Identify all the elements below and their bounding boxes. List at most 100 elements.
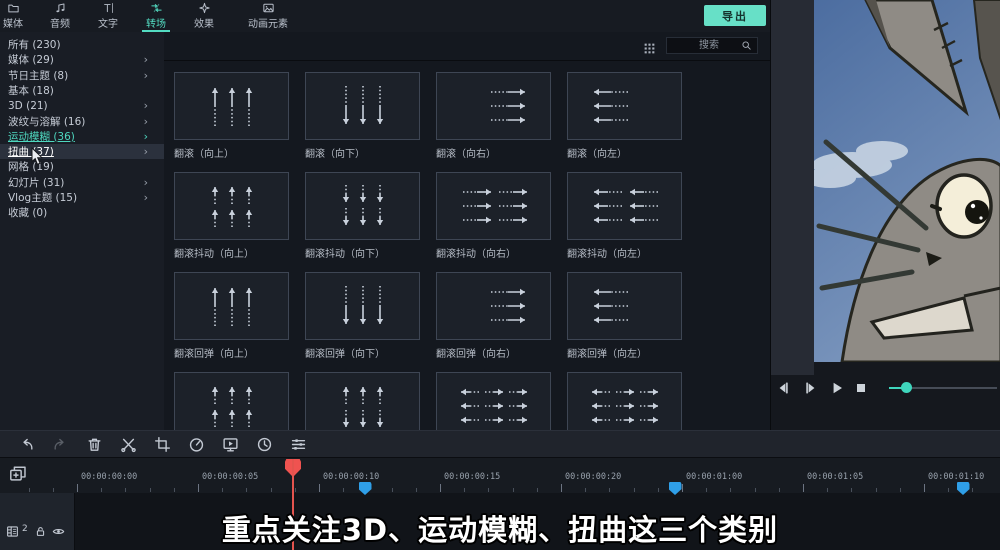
prev-frame-button[interactable] [775,380,791,396]
transition-tile[interactable] [567,172,682,240]
speed-button[interactable] [188,436,205,453]
delete-button[interactable] [86,436,103,453]
transition-tile[interactable] [567,272,682,340]
sidebar-item-vlog[interactable]: Vlog主题 (15) › [0,190,164,205]
screen-button[interactable] [222,436,239,453]
chevron-right-icon: › [143,53,148,67]
ruler-tick-minor [851,488,853,492]
sidebar-item-media[interactable]: 媒体 (29) › [0,52,164,67]
text-icon [103,2,113,14]
timeline-toolbar [0,430,1000,458]
transition-tile[interactable] [436,72,551,140]
tab-media[interactable]: 媒体 [3,2,23,30]
transition-tile[interactable] [174,372,289,430]
left-arrows-icon [593,88,628,124]
transition-tile[interactable] [174,272,289,340]
tab-audio[interactable]: 音频 [50,2,70,30]
up2-arrows-icon [211,187,252,227]
transition-tile[interactable] [305,172,420,240]
top-toolbar: 媒体 音频 文字 转场 效果 动画元素 导出 [0,0,770,33]
ruler-tick-minor [222,488,224,492]
undo-button[interactable] [18,436,35,453]
ruler-tick-minor [52,488,54,492]
sidebar-item-motion-blur[interactable]: 运动模糊 (36) › [0,129,164,144]
video-preview [804,0,1000,364]
transition-tile[interactable] [436,272,551,340]
sidebar-item-grid[interactable]: 网格 (19) [0,159,164,174]
play-button[interactable] [829,380,845,396]
ruler-timestamp: 00:00:00:05 [202,472,259,482]
crop-button[interactable] [154,436,171,453]
timeline-ruler[interactable]: 00:00:00:00 00:00:00:05 00:00:00:10 00:00:0… [0,458,1000,493]
ruler-timestamp: 00:00:00:10 [323,472,380,482]
sidebar-item-festival[interactable]: 节日主题 (8) › [0,68,164,83]
tab-text[interactable]: 文字 [98,2,118,30]
add-track-icon [10,466,26,481]
chevron-right-icon: › [143,191,148,204]
tile-label: 翻滚（向下） [305,149,365,160]
transition-tile[interactable] [436,172,551,240]
transition-tile[interactable] [305,72,420,140]
transitions-panel: 翻滚（向上） 翻滚（向下） 翻滚（向右） 翻滚（向左） 翻滚抖动（向上） 翻滚抖动（向下）… [164,32,770,430]
ruler-tick-minor [391,488,393,492]
history-icon [257,437,272,452]
ruler-tick-major [803,484,804,492]
mouse-cursor [31,146,44,170]
sidebar-item-favorites[interactable]: 收藏 (0) [0,205,164,220]
search-input[interactable] [667,39,741,52]
transition-tile[interactable] [174,72,289,140]
split-button[interactable] [120,436,137,453]
transition-tile[interactable] [436,372,551,430]
transition-tile[interactable] [567,72,682,140]
sidebar-item-label: 收藏 (0) [8,207,48,220]
adjust-button[interactable] [290,436,307,453]
sidebar-item-3d[interactable]: 3D (21) › [0,98,164,113]
sidebar-item-all[interactable]: 所有 (230) [0,37,164,52]
ruler-tick-major [77,484,78,492]
export-button[interactable]: 导出 [704,5,766,26]
sidebar-item-basic[interactable]: 基本 (18) [0,83,164,98]
transition-tile[interactable] [567,372,682,430]
transition-tile[interactable] [305,372,420,430]
sidebar-item-ripple-dissolve[interactable]: 波纹与溶解 (16) › [0,114,164,129]
ruler-tick-minor [657,488,659,492]
sidebar-item-label: 基本 (18) [8,84,54,97]
left-arrows-icon [593,288,628,324]
panel-divider [164,60,770,61]
sidebar-item-label: Vlog主题 (15) [8,192,78,204]
chevron-right-icon: › [143,68,148,82]
stop-button[interactable] [853,380,869,396]
ruler-tick-minor [754,488,756,492]
play-icon [833,382,842,394]
tab-elements[interactable]: 动画元素 [248,2,288,30]
ruler-tick-minor [875,488,877,492]
volume-slider-handle[interactable] [901,382,912,393]
sidebar-item-distortion[interactable]: 扭曲 (37) › [0,144,164,160]
transition-icon [150,3,162,13]
playback-controls [771,374,1000,402]
undo-icon [23,438,33,450]
redo-button[interactable] [52,436,69,453]
prev-frame-icon [779,382,788,394]
transition-tile[interactable] [174,172,289,240]
crop-icon [155,437,170,452]
search-icon [742,41,751,50]
tab-effects[interactable]: 效果 [194,2,214,30]
history-button[interactable] [256,436,273,453]
add-track-button[interactable] [9,465,27,483]
ruler-tick-major [561,484,562,492]
ruler-tick-minor [536,488,538,492]
tab-transition[interactable]: 转场 [142,2,170,32]
ruler-timestamp: 00:00:00:00 [81,472,138,482]
search-box[interactable] [666,37,758,54]
transition-tile[interactable] [305,272,420,340]
filmora-app: 媒体 音频文字 转场 效果 动画元素 导出 所有 (230) 媒体 (29) › 节日主题 (… [0,0,1000,550]
next-frame-button[interactable] [803,380,819,396]
stop-icon [857,384,865,392]
category-sidebar: 所有 (230) 媒体 (29) › 节日主题 (8) › 基本 (18) 3D (21) ›… [0,32,165,430]
tab-label: 文字 [98,19,118,30]
sidebar-item-slideshow[interactable]: 幻灯片 (31) › [0,175,164,190]
grid-view-icon[interactable] [643,40,656,54]
chevron-right-icon: › [143,114,148,128]
split-icon [121,438,136,453]
